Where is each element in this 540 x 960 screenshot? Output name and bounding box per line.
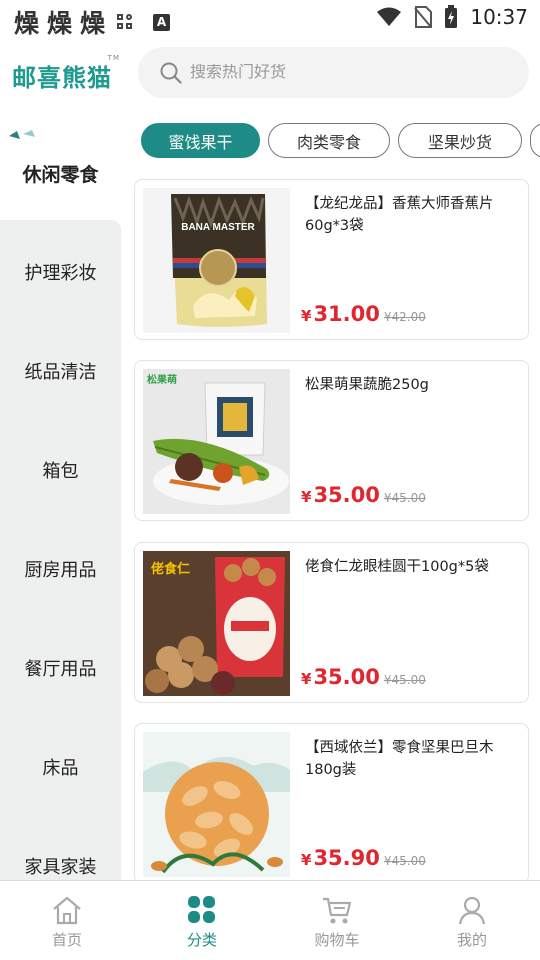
tab-cart[interactable]: 购物车 [297, 895, 377, 950]
notification-grid-icon [117, 14, 133, 30]
search-bar[interactable] [138, 47, 529, 98]
original-price: ¥42.00 [383, 310, 426, 324]
original-price: ¥45.00 [383, 673, 426, 687]
product-card[interactable]: 佬食仁 佬食仁龙眼桂圆干100g*5袋 ¥35.00 ¥45.00 [134, 542, 529, 703]
sidebar-item-kitchen[interactable]: 厨房用品 [0, 556, 121, 582]
product-price: ¥35.00 [301, 665, 380, 689]
search-icon [160, 62, 182, 84]
product-image: 松果萌 [143, 369, 290, 514]
cart-icon [323, 897, 352, 924]
store-logo-text: 松果萌 [147, 373, 177, 386]
status-right: 10:37 [376, 5, 528, 29]
product-card[interactable]: BANA MASTER 【龙纪龙品】香蕉大师香蕉片60g*3袋 ¥31.00 ¥… [134, 179, 529, 340]
sidebar-item-care-cosmetics[interactable]: 护理彩妆 [0, 259, 121, 285]
sidebar-item-bedding[interactable]: 床品 [0, 754, 121, 780]
status-glyph: 燥 [14, 9, 40, 38]
product-price: ¥35.90 [301, 846, 380, 870]
original-price: ¥45.00 [383, 491, 426, 505]
package-brand-text: 佬食仁 [151, 561, 190, 576]
sidebar-item-bags[interactable]: 箱包 [0, 457, 121, 483]
search-input[interactable] [190, 63, 490, 82]
product-image [143, 732, 290, 877]
product-image: BANA MASTER [143, 188, 290, 333]
package-brand-text: BANA MASTER [181, 222, 255, 233]
battery-charging-icon [445, 5, 458, 28]
brand-logo-text: 邮喜熊猫 [12, 64, 112, 92]
product-card[interactable]: 松果萌 松果萌果蔬脆250g ¥35.00 ¥45.00 [134, 360, 529, 521]
tab-home[interactable]: 首页 [27, 895, 107, 950]
tab-label: 首页 [51, 931, 82, 949]
chip-dried-fruit[interactable]: 蜜饯果干 [141, 123, 260, 158]
product-image: 佬食仁 [143, 551, 290, 696]
chip-next-partial[interactable] [530, 123, 540, 158]
product-list: BANA MASTER 【龙纪龙品】香蕉大师香蕉片60g*3袋 ¥31.00 ¥… [134, 179, 529, 880]
chip-meat-snacks[interactable]: 肉类零食 [268, 123, 390, 158]
original-price: ¥45.00 [383, 854, 426, 868]
home-icon [53, 896, 81, 925]
price-row: ¥31.00 ¥42.00 [301, 302, 426, 326]
tab-label: 购物车 [314, 931, 360, 949]
product-name: 佬食仁龙眼桂圆干100g*5袋 [305, 559, 489, 575]
status-left: 燥 燥 燥 A [14, 4, 171, 40]
sidebar-item-snacks[interactable]: 休闲零食 [0, 160, 121, 187]
user-icon [458, 896, 486, 925]
sidebar-item-furniture[interactable]: 家具家装 [0, 853, 121, 879]
product-name: 【西域依兰】零食坚果巴旦木180g装 [305, 740, 494, 778]
sidebar-item-dining[interactable]: 餐厅用品 [0, 655, 121, 681]
status-bar: 燥 燥 燥 A 10:37 [0, 0, 540, 38]
clock: 10:37 [470, 5, 528, 29]
sidebar-item-paper-cleaning[interactable]: 纸品清洁 [0, 358, 121, 384]
bottom-tab-bar: 首页 分类 购物车 我的 [0, 880, 540, 960]
category-sidebar: 休闲零食 护理彩妆 纸品清洁 箱包 厨房用品 餐厅用品 床品 家具家装 [0, 118, 121, 880]
tab-category[interactable]: 分类 [162, 895, 242, 950]
product-price: ¥31.00 [301, 302, 380, 326]
price-row: ¥35.00 ¥45.00 [301, 483, 426, 507]
trademark-mark: TM [107, 54, 120, 62]
wifi-icon [377, 7, 402, 26]
active-indicator-icon [9, 130, 35, 139]
subcategory-chips: 蜜饯果干 肉类零食 坚果炒货 [141, 123, 540, 158]
chip-nuts[interactable]: 坚果炒货 [398, 123, 522, 158]
price-row: ¥35.90 ¥45.00 [301, 846, 426, 870]
tab-label: 分类 [186, 931, 217, 949]
status-glyph: 燥 [47, 9, 73, 38]
product-card[interactable]: 【西域依兰】零食坚果巴旦木180g装 ¥35.90 ¥45.00 [134, 723, 529, 880]
tab-profile[interactable]: 我的 [432, 895, 512, 950]
status-glyph: 燥 [80, 9, 106, 38]
product-price: ¥35.00 [301, 483, 380, 507]
category-icon [188, 896, 215, 923]
no-sim-icon [414, 6, 433, 28]
price-row: ¥35.00 ¥45.00 [301, 665, 426, 689]
product-name: 松果萌果蔬脆250g [305, 377, 429, 393]
product-name: 【龙纪龙品】香蕉大师香蕉片60g*3袋 [305, 196, 494, 234]
brand-logo: 邮喜熊猫 TM [12, 54, 119, 93]
tab-label: 我的 [456, 931, 487, 949]
sidebar-background [0, 220, 121, 880]
notification-a-icon: A [153, 13, 171, 31]
